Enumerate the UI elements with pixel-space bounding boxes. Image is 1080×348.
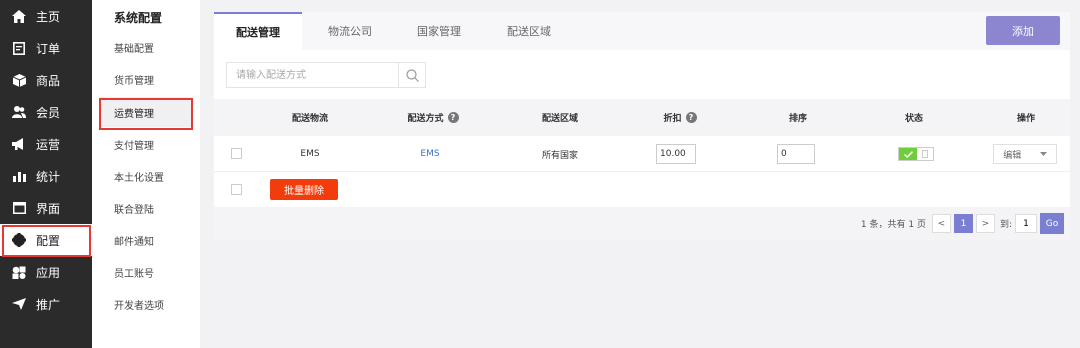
nav-item-apps[interactable]: 应用 <box>0 256 92 288</box>
add-button[interactable]: 添加 <box>986 16 1060 45</box>
nav-item-interface[interactable]: 界面 <box>0 192 92 224</box>
pagination: 1 条，共有 1 页 < 1 > 到: Go <box>861 213 1064 234</box>
subnav-title: 系统配置 <box>114 11 163 25</box>
nav-label: 订单 <box>36 41 61 56</box>
nav-label: 应用 <box>36 265 61 280</box>
caret-down-icon <box>1039 149 1047 159</box>
subnav-item-localization[interactable]: 本土化设置 <box>100 161 192 191</box>
prev-page-button[interactable]: < <box>931 214 951 233</box>
col-region: 配送区域 <box>541 114 578 124</box>
subnav-item-currency[interactable]: 货币管理 <box>100 64 192 94</box>
cell-logistics: EMS <box>300 149 320 159</box>
col-method: 配送方式? <box>390 99 476 136</box>
subnav-item-oauth[interactable]: 联合登陆 <box>100 193 192 223</box>
nav-label: 推广 <box>36 297 61 312</box>
col-sort: 排序 <box>788 114 807 124</box>
col-status: 状态 <box>904 114 923 124</box>
col-discount: 折扣? <box>650 99 710 136</box>
search-box <box>226 62 426 88</box>
subnav-item-staff[interactable]: 员工账号 <box>100 257 192 287</box>
help-icon[interactable]: ? <box>685 112 697 123</box>
apps-icon <box>12 265 26 279</box>
window-icon <box>12 201 26 215</box>
search-input[interactable] <box>227 63 399 87</box>
edit-label: 编辑 <box>1003 150 1022 161</box>
tab-logistics-company[interactable]: 物流公司 <box>328 12 372 50</box>
nav-label: 统计 <box>36 169 61 184</box>
goto-page-input[interactable] <box>1015 214 1037 233</box>
sort-input[interactable] <box>777 144 815 164</box>
subnav-item-basic[interactable]: 基础配置 <box>100 32 192 62</box>
col-action: 操作 <box>1016 114 1035 124</box>
nav-label: 主页 <box>36 9 61 24</box>
main-nav: 主页 订单 商品 会员 运营 统计 界面 配置 应用 推广 <box>0 0 92 348</box>
nav-label: 运营 <box>36 137 61 152</box>
cell-status <box>896 136 936 172</box>
cell-action: 编辑 <box>992 136 1058 172</box>
check-icon <box>899 148 917 160</box>
pagination-bar: 1 条，共有 1 页 < 1 > 到: Go <box>214 207 1070 240</box>
edit-dropdown-button[interactable]: 编辑 <box>993 144 1057 164</box>
box-icon <box>12 73 26 87</box>
col-discount-label: 折扣 <box>663 114 682 124</box>
help-icon[interactable]: ? <box>447 112 459 123</box>
highlight-box <box>99 98 193 130</box>
cell-discount <box>654 136 698 172</box>
cell-method-link[interactable]: EMS <box>390 136 470 172</box>
col-logistics: 配送物流 <box>291 114 328 124</box>
tabs-bar: 配送管理 物流公司 国家管理 配送区域 添加 <box>214 12 1070 50</box>
status-toggle[interactable] <box>898 147 934 161</box>
subnav-item-payment[interactable]: 支付管理 <box>100 129 192 159</box>
nav-item-promotion[interactable]: 推广 <box>0 288 92 320</box>
orders-icon <box>12 41 26 55</box>
members-icon <box>12 105 26 119</box>
main-panel: 配送管理 物流公司 国家管理 配送区域 添加 配送物流 配送方式? 配送区域 折… <box>214 12 1070 240</box>
subnav-item-developer[interactable]: 开发者选项 <box>100 289 192 319</box>
next-page-button[interactable]: > <box>975 214 995 233</box>
pagination-summary: 1 条，共有 1 页 <box>860 220 926 230</box>
page-button-current[interactable]: 1 <box>953 214 973 233</box>
row-checkbox[interactable] <box>231 148 242 159</box>
highlight-box <box>2 225 91 257</box>
goto-label: 到: <box>999 220 1012 230</box>
search-icon[interactable] <box>399 63 425 87</box>
table-header: 配送物流 配送方式? 配送区域 折扣? 排序 状态 操作 <box>214 99 1070 136</box>
tab-country-management[interactable]: 国家管理 <box>417 12 461 50</box>
sub-nav: 系统配置 基础配置 货币管理 运费管理 支付管理 本土化设置 联合登陆 邮件通知… <box>92 0 200 348</box>
col-method-label: 配送方式 <box>407 114 444 124</box>
nav-label: 界面 <box>36 201 61 216</box>
discount-input[interactable] <box>656 144 696 164</box>
nav-item-orders[interactable]: 订单 <box>0 32 92 64</box>
tab-shipping-region[interactable]: 配送区域 <box>507 12 551 50</box>
select-all-checkbox[interactable] <box>231 184 242 195</box>
nav-item-statistics[interactable]: 统计 <box>0 160 92 192</box>
nav-item-home[interactable]: 主页 <box>0 0 92 32</box>
bar-chart-icon <box>12 169 26 183</box>
megaphone-icon <box>12 137 26 151</box>
table-row: EMS EMS 所有国家 编辑 <box>214 136 1070 172</box>
nav-item-products[interactable]: 商品 <box>0 64 92 96</box>
nav-item-operations[interactable]: 运营 <box>0 128 92 160</box>
nav-label: 会员 <box>36 105 61 120</box>
toggle-off-half <box>917 148 933 160</box>
nav-item-members[interactable]: 会员 <box>0 96 92 128</box>
nav-label: 商品 <box>36 73 61 88</box>
batch-delete-button[interactable]: 批量删除 <box>270 179 338 200</box>
send-icon <box>12 297 26 311</box>
subnav-item-email[interactable]: 邮件通知 <box>100 225 192 255</box>
go-button[interactable]: Go <box>1040 213 1064 234</box>
batch-actions-row: 批量删除 <box>214 173 1070 207</box>
home-icon <box>12 9 26 23</box>
cell-region: 所有国家 <box>541 150 578 161</box>
tab-shipping-management[interactable]: 配送管理 <box>214 12 302 50</box>
cell-sort <box>774 136 818 172</box>
